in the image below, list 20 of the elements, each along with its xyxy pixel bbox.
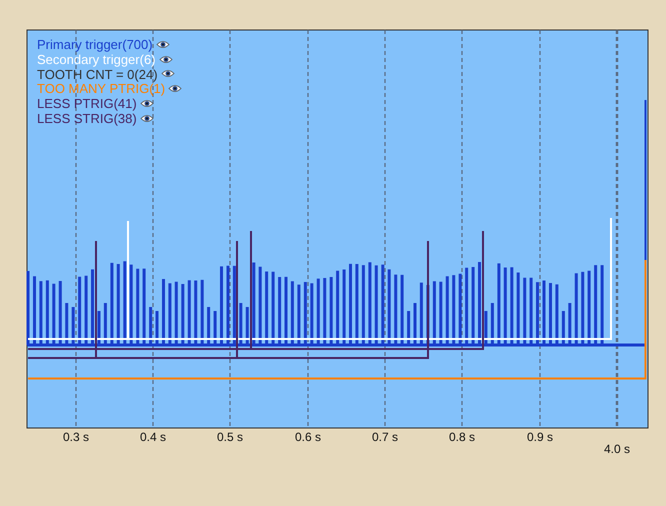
eye-icon[interactable] bbox=[140, 99, 154, 108]
legend-entry: Primary trigger(700) bbox=[37, 36, 153, 52]
legend-entry: LESS STRIG(38) bbox=[37, 110, 137, 126]
eye-icon[interactable] bbox=[160, 69, 175, 78]
legend-entry: TOO MANY PTRIG(1) bbox=[37, 81, 166, 96]
axis-tick-label: 0.7 s bbox=[372, 430, 398, 444]
axis-tick-label: 0.9 s bbox=[527, 430, 553, 444]
eye-icon[interactable] bbox=[156, 40, 170, 49]
eye-icon[interactable] bbox=[140, 114, 154, 123]
axis-tick-label: 0.3 s bbox=[63, 430, 89, 444]
axis-tick-label: 0.6 s bbox=[295, 430, 321, 444]
legend-entry: LESS PTRIG(41) bbox=[37, 96, 137, 112]
axis-tick-label: 0.4 s bbox=[140, 430, 166, 444]
eye-icon[interactable] bbox=[158, 54, 172, 64]
axis-tick-label: 0.8 s bbox=[449, 430, 475, 444]
legend-entry: Secondary trigger(6) bbox=[37, 52, 156, 67]
axis-tick-label: 0.5 s bbox=[217, 430, 243, 444]
legend-entry: TOOTH CNT = 0(24) bbox=[37, 66, 158, 82]
axis-end-label: 4.0 s bbox=[604, 442, 630, 456]
eye-icon[interactable] bbox=[168, 84, 182, 94]
